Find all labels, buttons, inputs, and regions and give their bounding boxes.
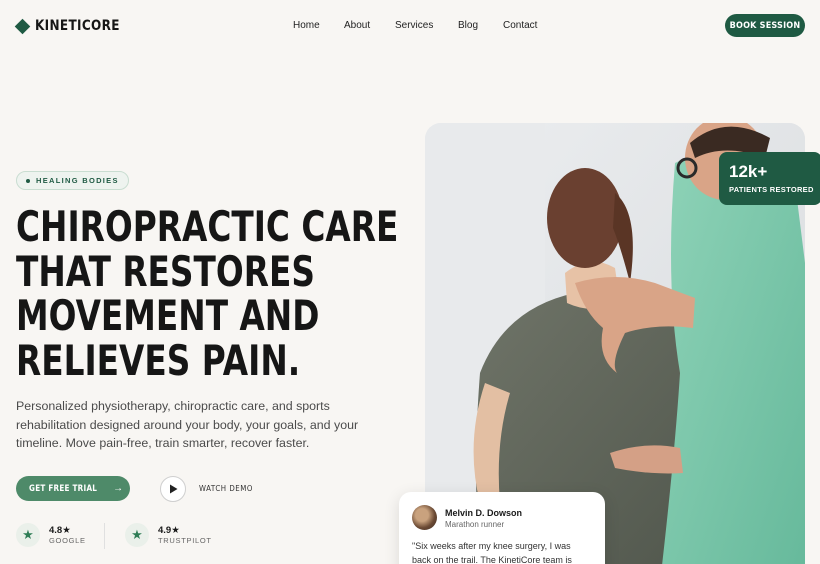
hero-description: Personalized physiotherapy, chiropractic… (16, 399, 359, 450)
brand-name: KINETICORE (35, 18, 120, 34)
rating-source: GOOGLE (49, 535, 86, 545)
play-button[interactable] (160, 476, 186, 502)
site-header: KINETICORE Home About Services Blog Cont… (0, 0, 820, 52)
headline-line: THAT RESTORES (16, 246, 315, 296)
divider (104, 523, 105, 549)
nav-blog[interactable]: Blog (458, 20, 478, 31)
dot-icon (26, 178, 30, 183)
rating-score: 4.9★ (158, 524, 180, 536)
reviewer-name: Melvin D. Dowson (445, 508, 523, 518)
diamond-logo-icon (14, 18, 31, 34)
free-trial-label: GET FREE TRIAL (28, 483, 98, 494)
nav-services[interactable]: Services (395, 20, 433, 31)
logo[interactable]: KINETICORE (14, 18, 134, 34)
stat-card: 12k+ PATIENTS RESTORED (719, 152, 820, 205)
rating-score: 4.8★ (49, 524, 71, 536)
star-icon: ★ (16, 523, 40, 547)
rating-google: ★ 4.8★ GOOGLE (16, 523, 86, 547)
book-session-button[interactable]: BOOK SESSION (725, 14, 805, 37)
review-text: "Six weeks after my knee surgery, I was … (412, 541, 572, 564)
headline-line: RELIEVES PAIN. (16, 335, 301, 385)
badge-label: HEALING BODIES (36, 176, 119, 185)
headline-line: MOVEMENT AND (16, 291, 320, 340)
star-icon: ★ (125, 523, 149, 547)
hero-badge: HEALING BODIES (16, 171, 129, 190)
free-trial-button[interactable]: GET FREE TRIAL → (16, 476, 130, 501)
rating-source: TRUSTPILOT (158, 535, 212, 545)
stat-label: PATIENTS RESTORED (729, 185, 814, 194)
watch-demo-link[interactable]: WATCH DEMO (199, 484, 253, 493)
nav-about[interactable]: About (344, 20, 370, 31)
reviewer-role: Marathon runner (445, 520, 505, 529)
hero-headline: CHIROPRACTIC CARE THAT RESTORES MOVEMENT… (16, 202, 399, 385)
review-card: Melvin D. Dowson Marathon runner "Six we… (399, 492, 605, 564)
arrow-right-icon: → (113, 483, 124, 494)
nav-contact[interactable]: Contact (503, 20, 537, 31)
avatar (412, 505, 437, 530)
rating-trustpilot: ★ 4.9★ TRUSTPILOT (125, 523, 212, 547)
play-icon (169, 484, 177, 494)
headline-line: CHIROPRACTIC CARE (16, 202, 399, 251)
nav-home[interactable]: Home (293, 20, 320, 31)
stat-value: 12k+ (729, 162, 768, 181)
